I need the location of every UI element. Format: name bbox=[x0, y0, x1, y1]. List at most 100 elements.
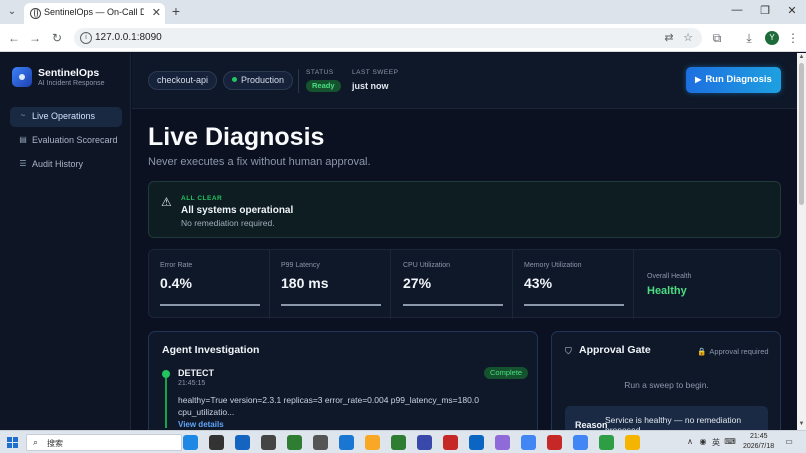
browser-menu-icon[interactable]: ⋮ bbox=[785, 30, 801, 46]
taskbar-app-icon[interactable] bbox=[339, 435, 354, 450]
overall-health-label: Overall Health bbox=[647, 273, 692, 280]
metric-bar-fill bbox=[524, 304, 624, 306]
translate-icon[interactable]: ⇄ bbox=[662, 31, 676, 44]
taskbar-app-icon[interactable] bbox=[469, 435, 484, 450]
agent-investigation-panel: Agent Investigation DETECT 21:45:15 Comp… bbox=[148, 331, 538, 430]
last-sweep-value: just now bbox=[352, 81, 389, 91]
metric-value: 43% bbox=[524, 275, 553, 291]
step-name: DETECT bbox=[178, 368, 214, 378]
brand-name: SentinelOps bbox=[38, 67, 100, 79]
url-text[interactable]: 127.0.0.1:8090 bbox=[95, 32, 162, 43]
site-info-icon[interactable]: i bbox=[80, 32, 92, 44]
back-icon[interactable]: ← bbox=[6, 30, 22, 46]
environment-chip[interactable]: Production bbox=[223, 71, 294, 90]
timeline-line bbox=[165, 378, 167, 428]
scroll-up-icon[interactable]: ▲ bbox=[798, 54, 805, 60]
metric-bar-fill bbox=[281, 304, 381, 306]
extensions-icon[interactable]: ⧉ bbox=[709, 30, 725, 46]
taskbar-app-icon[interactable] bbox=[573, 435, 588, 450]
sidebar-item-evaluation-scorecard[interactable]: ▤ Evaluation Scorecard bbox=[10, 131, 122, 151]
network-icon[interactable]: ◉ bbox=[697, 437, 709, 446]
address-bar[interactable]: i 127.0.0.1:8090 ⇄ ☆ bbox=[74, 28, 702, 48]
metrics-card: Error Rate 0.4% P99 Latency 180 ms CPU U… bbox=[148, 249, 781, 319]
close-window-button[interactable]: ✕ bbox=[782, 4, 802, 17]
sidebar-item-audit-history[interactable]: ☰ Audit History bbox=[10, 155, 122, 175]
page-scrollbar[interactable]: ▲ ▼ bbox=[797, 53, 806, 430]
taskbar-app-icon[interactable] bbox=[443, 435, 458, 450]
clock-time[interactable]: 21:45 bbox=[750, 433, 768, 440]
sidebar-item-label: Audit History bbox=[32, 159, 84, 169]
maximize-button[interactable]: ❐ bbox=[755, 4, 775, 17]
taskbar-app-icon[interactable] bbox=[313, 435, 328, 450]
taskbar-app-icon[interactable] bbox=[391, 435, 406, 450]
status-badge: Ready bbox=[306, 80, 341, 92]
environment-label: Production bbox=[241, 75, 285, 85]
last-sweep-label: LAST SWEEP bbox=[352, 69, 399, 76]
taskbar-app-icon[interactable] bbox=[183, 435, 198, 450]
play-icon: ▶ bbox=[695, 75, 702, 84]
page-title: Live Diagnosis bbox=[148, 123, 325, 151]
tab-title: SentinelOps — On-Call Diagnosis bbox=[44, 7, 144, 17]
notification-icon[interactable]: ▭ bbox=[783, 437, 795, 446]
taskbar-app-icon[interactable] bbox=[547, 435, 562, 450]
taskbar-app-icon[interactable] bbox=[625, 435, 640, 450]
step-timestamp: 21:45:15 bbox=[178, 380, 206, 387]
reason-box: Reason Service is healthy — no remediati… bbox=[565, 406, 768, 430]
clock-date[interactable]: 2026/7/18 bbox=[743, 443, 774, 450]
reason-label: Reason bbox=[575, 420, 608, 430]
keyboard-icon[interactable]: ⌨ bbox=[724, 437, 736, 446]
minimize-button[interactable]: — bbox=[727, 4, 747, 16]
taskbar-app-icon[interactable] bbox=[365, 435, 380, 450]
taskbar-app-icon[interactable] bbox=[261, 435, 276, 450]
sidebar-item-label: Live Operations bbox=[32, 111, 96, 121]
step-log: healthy=True version=2.3.1 replicas=3 er… bbox=[178, 395, 479, 417]
sidebar-item-live-operations[interactable]: ~ Live Operations bbox=[10, 107, 122, 127]
bookmark-star-icon[interactable]: ☆ bbox=[681, 31, 695, 44]
scroll-down-icon[interactable]: ▼ bbox=[798, 421, 805, 427]
browser-toolbar: ← → ↻ i 127.0.0.1:8090 ⇄ ☆ ⧉ ⤓ Y ⋮ bbox=[0, 24, 806, 52]
taskbar-app-icon[interactable] bbox=[495, 435, 510, 450]
view-details-link[interactable]: View details bbox=[178, 420, 224, 429]
scroll-thumb[interactable] bbox=[799, 63, 804, 205]
taskbar-app-icon[interactable] bbox=[209, 435, 224, 450]
metric-label: CPU Utilization bbox=[403, 262, 451, 269]
taskbar-app-icon[interactable] bbox=[521, 435, 536, 450]
taskbar-search-input[interactable]: ⌕ 搜索 bbox=[26, 434, 182, 451]
reason-text: Service is healthy — no remediation prop… bbox=[605, 415, 742, 430]
run-diagnosis-button[interactable]: ▶ Run Diagnosis bbox=[686, 67, 781, 93]
new-tab-button[interactable]: + bbox=[168, 3, 184, 19]
ime-indicator[interactable]: 英 bbox=[710, 437, 722, 448]
forward-icon[interactable]: → bbox=[27, 30, 43, 46]
taskbar-app-icon[interactable] bbox=[235, 435, 250, 450]
alert-description: No remediation required. bbox=[181, 218, 275, 228]
activity-icon: ~ bbox=[20, 111, 26, 120]
lock-icon: 🔒 bbox=[697, 347, 707, 356]
metric-memory-utilization: Memory Utilization 43% bbox=[513, 250, 634, 319]
search-icon: ⌕ bbox=[33, 437, 39, 447]
main-content: checkout-api Production STATUS Ready LAS… bbox=[132, 53, 797, 430]
download-icon[interactable]: ⤓ bbox=[741, 30, 757, 46]
taskbar-app-icon[interactable] bbox=[417, 435, 432, 450]
reload-icon[interactable]: ↻ bbox=[49, 30, 65, 46]
shield-icon: ⛉ bbox=[565, 346, 572, 356]
scorecard-icon: ▤ bbox=[19, 135, 27, 144]
close-tab-icon[interactable]: ✕ bbox=[152, 6, 161, 20]
taskbar-app-icon[interactable] bbox=[287, 435, 302, 450]
metric-bar bbox=[524, 304, 624, 306]
approval-prompt: Run a sweep to begin. bbox=[624, 380, 709, 390]
taskbar-app-icon[interactable] bbox=[599, 435, 614, 450]
tab-search-icon[interactable]: ⌄ bbox=[4, 4, 20, 20]
profile-avatar[interactable]: Y bbox=[765, 31, 779, 45]
metric-bar-fill bbox=[160, 304, 260, 306]
windows-start-icon[interactable] bbox=[7, 437, 18, 448]
taskbar-search-placeholder: 搜索 bbox=[47, 439, 63, 448]
tray-overflow-icon[interactable]: ∧ bbox=[684, 437, 696, 446]
service-chip[interactable]: checkout-api bbox=[148, 71, 218, 90]
approval-status-text: Approval required bbox=[709, 347, 769, 356]
metric-bar-fill bbox=[403, 304, 503, 306]
brand-logo-icon bbox=[12, 67, 32, 87]
divider bbox=[298, 69, 299, 93]
top-bar: checkout-api Production STATUS Ready LAS… bbox=[132, 53, 797, 109]
step-status-badge: Complete bbox=[484, 367, 529, 379]
browser-tab[interactable]: SentinelOps — On-Call Diagnosis ✕ bbox=[24, 3, 165, 24]
